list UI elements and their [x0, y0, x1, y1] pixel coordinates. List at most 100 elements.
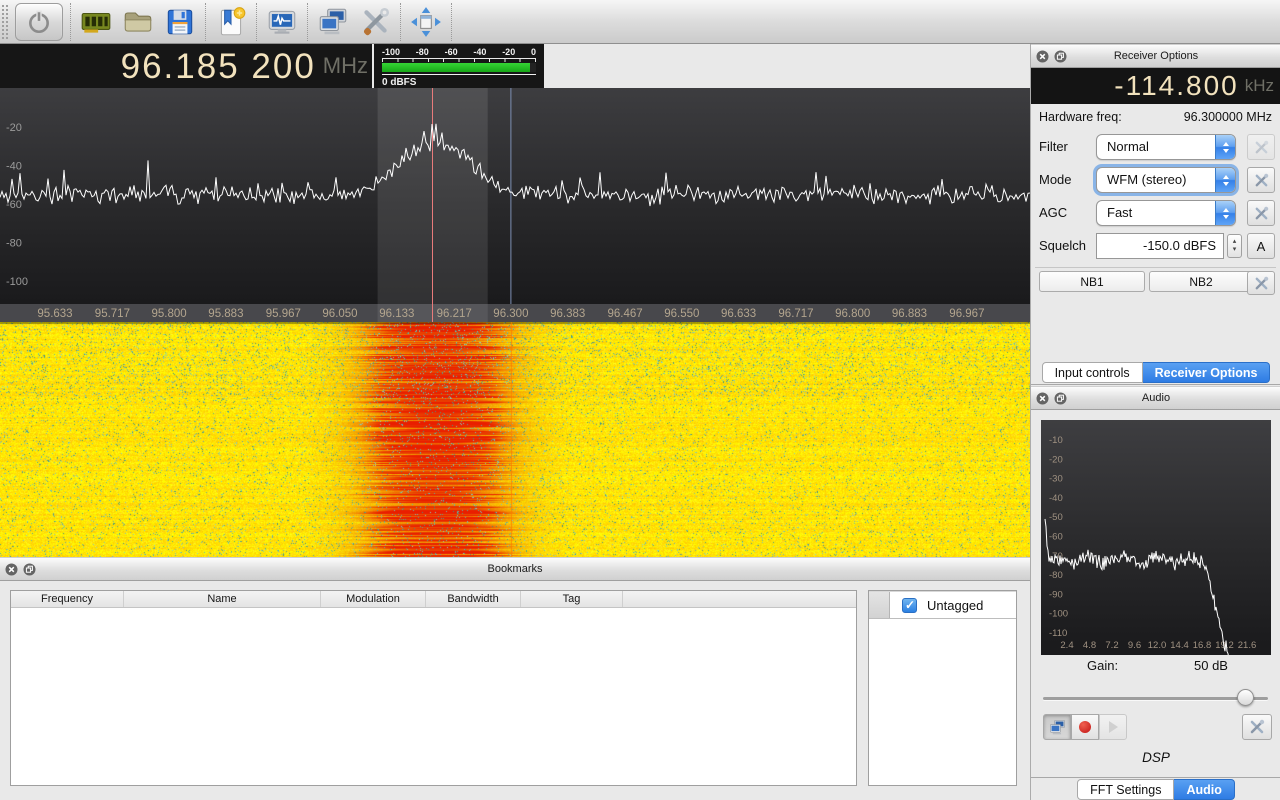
- offset-frequency-display[interactable]: -114.800 kHz: [1031, 68, 1280, 104]
- spin-up-icon[interactable]: ▴: [1233, 238, 1237, 246]
- squelch-spinner[interactable]: ▴▾: [1227, 234, 1242, 258]
- audio-y-tick-label: -110: [1049, 628, 1067, 639]
- audio-config-button[interactable]: [1242, 714, 1272, 740]
- mode-dropdown[interactable]: WFM (stereo): [1096, 167, 1236, 193]
- column-header-frequency[interactable]: Frequency: [11, 591, 124, 607]
- rf-spectrum-plot[interactable]: -20-40-60-80-10095.63395.71795.80095.883…: [0, 88, 1030, 322]
- rf-x-tick-label: 96.633: [721, 308, 756, 320]
- meter-level-fill: [382, 63, 530, 72]
- audio-x-tick-label: 7.2: [1105, 640, 1118, 651]
- audio-x-tick-label: 16.8: [1193, 640, 1212, 651]
- frequency-display[interactable]: 96.185 200 MHz: [0, 44, 372, 88]
- rf-x-tick-label: 95.967: [266, 308, 301, 320]
- bookmarks-panel: Frequency Name Modulation Bandwidth Tag …: [0, 581, 1030, 800]
- audio-titlebar[interactable]: Audio: [1031, 386, 1280, 410]
- audio-y-tick-label: -80: [1049, 570, 1063, 581]
- fullscreen-button[interactable]: [405, 2, 447, 42]
- remote-control-button[interactable]: [312, 2, 354, 42]
- open-file-button[interactable]: [117, 2, 159, 42]
- audio-record-button[interactable]: [1071, 714, 1099, 740]
- dropdown-arrows-icon: [1215, 135, 1235, 159]
- gain-label: Gain:: [1087, 658, 1118, 673]
- audio-x-tick-label: 21.6: [1238, 640, 1257, 651]
- tools-button[interactable]: [354, 2, 396, 42]
- fullscreen-move-icon: [409, 5, 443, 39]
- tab-audio[interactable]: Audio: [1174, 779, 1234, 800]
- soundcard-config-button[interactable]: [75, 2, 117, 42]
- meter-underline: [382, 74, 536, 75]
- meter-tick-label: 0: [531, 47, 536, 57]
- audio-stream-button[interactable]: [1043, 714, 1071, 740]
- bookmarks-table[interactable]: Frequency Name Modulation Bandwidth Tag: [10, 590, 857, 786]
- control-tabs: Input controls Receiver Options: [1031, 362, 1280, 385]
- filter-row: Filter Normal: [1031, 134, 1280, 160]
- tools-icon: [358, 5, 392, 39]
- toolbar-separator: [205, 3, 206, 41]
- agc-row: AGC Fast: [1031, 200, 1280, 226]
- tag-label: Untagged: [927, 598, 983, 613]
- gain-slider[interactable]: [1043, 689, 1268, 707]
- audio-y-tick-label: -60: [1049, 532, 1063, 543]
- column-header-bandwidth[interactable]: Bandwidth: [426, 591, 521, 607]
- tab-input-controls[interactable]: Input controls: [1042, 362, 1143, 383]
- agc-dropdown[interactable]: Fast: [1096, 200, 1236, 226]
- dsp-status-button[interactable]: [261, 2, 303, 42]
- gqrx-window: 96.185 200 MHz -100-80-60-40-200 0 dBFS …: [0, 0, 1280, 800]
- gain-value: 50 dB: [1194, 658, 1228, 673]
- gain-row: Gain: 50 dB: [1031, 658, 1280, 674]
- mode-config-button[interactable]: [1247, 167, 1275, 193]
- filter-dropdown[interactable]: Normal: [1096, 134, 1236, 160]
- rf-x-tick-label: 96.967: [949, 308, 984, 320]
- offset-digits[interactable]: -114.800: [1114, 72, 1238, 100]
- save-file-button[interactable]: [159, 2, 201, 42]
- audio-x-tick-label: 4.8: [1083, 640, 1096, 651]
- tab-fft-settings[interactable]: FFT Settings: [1077, 779, 1174, 800]
- agc-label: AGC: [1039, 205, 1067, 220]
- waterfall-display[interactable]: [0, 322, 1030, 557]
- spin-down-icon[interactable]: ▾: [1233, 246, 1237, 254]
- agc-config-button[interactable]: [1247, 200, 1275, 226]
- tab-receiver-options[interactable]: Receiver Options: [1143, 362, 1271, 383]
- receiver-options-title: Receiver Options: [1031, 50, 1280, 62]
- rf-spectrum-trace: [0, 124, 1030, 206]
- toolbar-grip[interactable]: [2, 5, 8, 39]
- slider-handle[interactable]: [1237, 689, 1254, 706]
- rf-y-tick-label: -100: [6, 276, 28, 288]
- dsp-group-label: DSP: [1031, 750, 1280, 765]
- bookmarks-titlebar[interactable]: Bookmarks: [0, 557, 1030, 581]
- toolbar-separator: [256, 3, 257, 41]
- meter-tick-label: -40: [473, 47, 486, 57]
- squelch-input[interactable]: -150.0 dBFS: [1096, 233, 1224, 259]
- rf-x-tick-label: 96.133: [379, 308, 414, 320]
- receiver-options-titlebar[interactable]: Receiver Options: [1031, 44, 1280, 68]
- bookmarks-button[interactable]: [210, 2, 252, 42]
- audio-x-tick-label: 14.4: [1170, 640, 1189, 651]
- bookmarks-tag-list[interactable]: Untagged: [868, 590, 1017, 786]
- meter-scale: -100-80-60-40-200: [382, 47, 536, 57]
- power-button[interactable]: [15, 3, 63, 41]
- remote-computers-icon: [316, 5, 350, 39]
- tag-checkbox[interactable]: [902, 598, 917, 613]
- rf-x-tick-label: 96.217: [437, 308, 472, 320]
- play-icon: [1109, 721, 1118, 733]
- network-computers-icon: [1048, 718, 1067, 737]
- frequency-digits[interactable]: 96.185 200: [121, 49, 316, 84]
- save-floppy-icon: [163, 5, 197, 39]
- column-header-tag[interactable]: Tag: [521, 591, 623, 607]
- meter-tick-marks: [382, 59, 536, 62]
- slider-track[interactable]: [1043, 697, 1268, 700]
- tools-icon: [1249, 719, 1265, 735]
- audio-y-tick-label: -30: [1049, 474, 1063, 485]
- rf-y-tick-label: -40: [6, 161, 22, 173]
- rf-x-tick-label: 96.383: [550, 308, 585, 320]
- mode-value: WFM (stereo): [1107, 172, 1186, 187]
- meter-bar: [382, 63, 536, 72]
- nb-config-button[interactable]: [1247, 271, 1275, 295]
- audio-spectrum-trace: [1045, 519, 1271, 655]
- tag-row[interactable]: Untagged: [869, 591, 1016, 619]
- column-header-name[interactable]: Name: [124, 591, 321, 607]
- column-header-modulation[interactable]: Modulation: [321, 591, 426, 607]
- auto-squelch-button[interactable]: A: [1247, 233, 1275, 259]
- column-header-filler: [623, 591, 856, 607]
- bookmarks-icon: [214, 5, 248, 39]
